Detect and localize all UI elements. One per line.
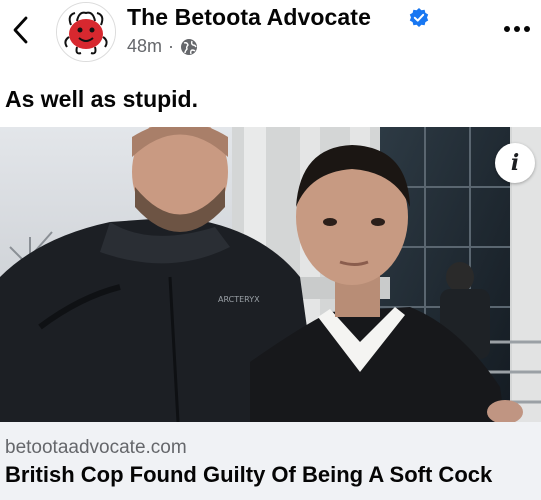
post-header: The Betoota Advocate 48m · [0, 0, 541, 64]
more-dots-icon[interactable] [500, 16, 534, 42]
post-time[interactable]: 48m [127, 36, 162, 57]
page-name[interactable]: The Betoota Advocate [127, 4, 371, 31]
globe-icon [181, 38, 198, 55]
page-avatar[interactable] [56, 2, 116, 62]
info-button-icon[interactable]: i [495, 143, 535, 183]
verified-badge-icon [409, 8, 429, 27]
betoota-logo-icon [57, 3, 115, 61]
link-card[interactable]: betootaadvocate.com British Cop Found Gu… [0, 422, 541, 500]
post-caption: As well as stupid. [5, 86, 198, 112]
meta-separator: · [168, 36, 175, 56]
news-photo: ARCTERYX [0, 127, 541, 422]
svg-text:ARCTERYX: ARCTERYX [218, 295, 260, 304]
link-title[interactable]: British Cop Found Guilty Of Being A Soft… [5, 462, 492, 488]
link-domain: betootaadvocate.com [5, 437, 187, 458]
back-chevron-icon[interactable] [6, 12, 36, 48]
post-meta: 48m · [127, 36, 198, 57]
link-preview-image[interactable]: ARCTERYX [0, 127, 541, 422]
